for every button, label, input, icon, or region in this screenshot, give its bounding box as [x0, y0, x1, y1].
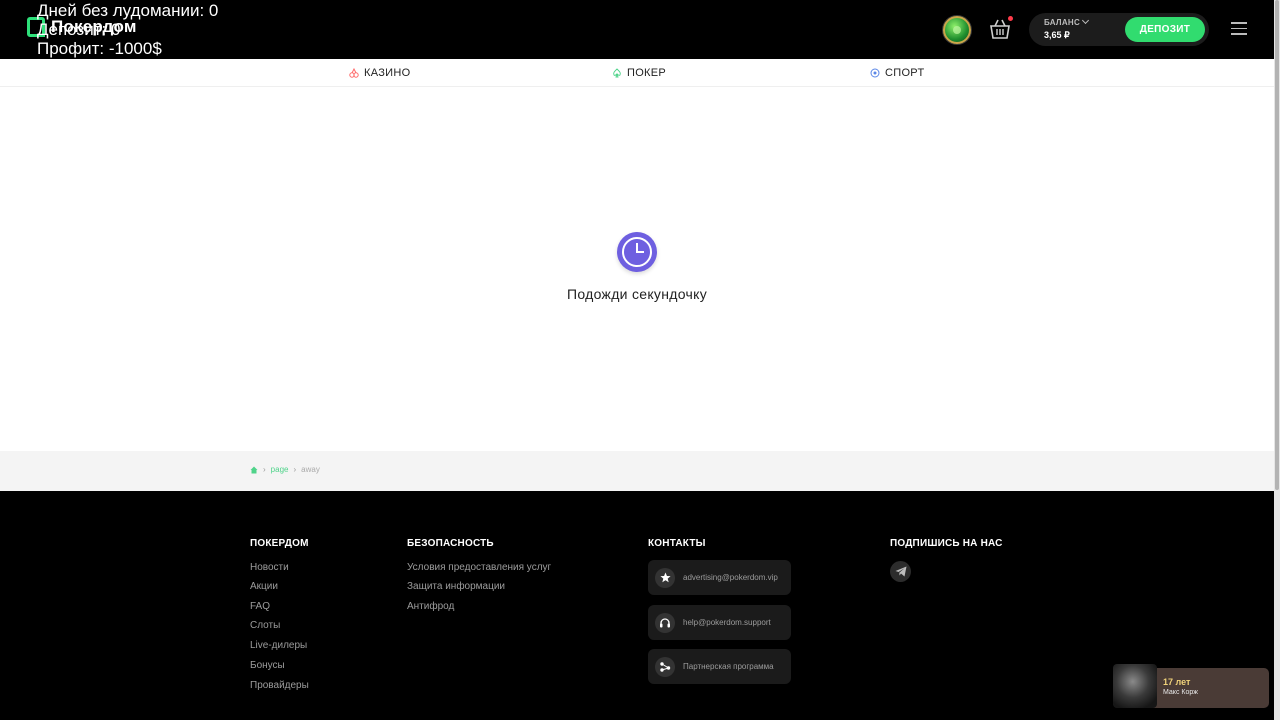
album-cover — [1113, 664, 1157, 708]
footer-link-promos[interactable]: Акции — [250, 581, 278, 592]
track-title: 17 лет — [1163, 677, 1191, 687]
breadcrumb-page[interactable]: page — [271, 465, 289, 474]
notification-dot — [1008, 16, 1013, 21]
loading-message: Подожди секундочку — [566, 286, 707, 302]
balance-value: 3,65 ₽ — [1044, 30, 1070, 40]
footer-social-title: ПОДПИШИСЬ НА НАС — [890, 538, 1003, 549]
footer-link-live[interactable]: Live-дилеры — [250, 640, 307, 651]
breadcrumb: › page › away — [250, 465, 320, 474]
tab-sport[interactable]: СПОРТ — [870, 67, 924, 79]
footer-link-terms[interactable]: Условия предоставления услуг — [407, 562, 551, 573]
footer-link-privacy[interactable]: Защита информации — [407, 581, 505, 592]
footer — [0, 491, 1274, 720]
contact-partners-label: Партнерская программа — [683, 662, 774, 671]
footer-pokerdom-title: ПОКЕРДОМ — [250, 538, 309, 549]
footer-link-antifraud[interactable]: Антифрод — [407, 601, 454, 612]
section-nav: КАЗИНО ПОКЕР СПОРТ — [0, 59, 1274, 87]
footer-link-bonuses[interactable]: Бонусы — [250, 660, 285, 671]
home-icon[interactable] — [250, 466, 258, 474]
headset-icon — [655, 612, 675, 633]
cherries-icon — [349, 68, 359, 78]
top-header: Покердом Дней без лудомании: 0 Депозит: … — [0, 0, 1274, 59]
clock-icon — [617, 232, 657, 272]
tab-casino[interactable]: КАЗИНО — [349, 67, 410, 79]
spade-icon — [613, 68, 621, 78]
contact-support[interactable]: help@pokerdom.support — [648, 605, 791, 640]
footer-security-title: БЕЗОПАСНОСТЬ — [407, 538, 494, 549]
overlay-days: Дней без лудомании: 0 — [37, 1, 219, 20]
menu-icon[interactable] — [1231, 22, 1247, 35]
overlay-profit: Профит: -1000$ — [37, 39, 162, 58]
track-artist: Макс Корж — [1163, 689, 1198, 696]
music-widget[interactable]: 17 лет Макс Корж — [1113, 664, 1269, 708]
balance-panel[interactable]: БАЛАНС 3,65 ₽ ДЕПОЗИТ — [1029, 13, 1209, 46]
tab-poker[interactable]: ПОКЕР — [612, 67, 666, 79]
contact-partners[interactable]: Партнерская программа — [648, 649, 791, 684]
star-icon — [655, 567, 675, 588]
vip-level-icon[interactable] — [943, 16, 971, 44]
contact-advertising-label: advertising@pokerdom.vip — [683, 573, 778, 582]
basket-icon[interactable] — [988, 18, 1012, 40]
overlay-deposit: Депозит: 0 — [37, 20, 121, 39]
tab-poker-label: ПОКЕР — [627, 67, 667, 79]
contact-advertising[interactable]: advertising@pokerdom.vip — [648, 560, 791, 595]
balance-dropdown[interactable]: БАЛАНС — [1044, 16, 1090, 27]
footer-link-slots[interactable]: Слоты — [250, 620, 280, 631]
footer-link-news[interactable]: Новости — [250, 562, 289, 573]
breadcrumb-current: away — [301, 465, 320, 474]
tab-casino-label: КАЗИНО — [364, 67, 411, 79]
breadcrumb-bar: › page › away — [0, 451, 1274, 491]
footer-link-faq[interactable]: FAQ — [250, 601, 270, 612]
balance-label: БАЛАНС — [1044, 18, 1081, 27]
chevron-right-icon: › — [263, 465, 266, 474]
share-icon — [655, 656, 675, 677]
scrollbar-thumb[interactable] — [1275, 0, 1279, 490]
stats-overlay: Дней без лудомании: 0 Депозит: 0 Профит:… — [37, 1, 218, 58]
ball-icon — [870, 68, 880, 78]
deposit-button[interactable]: ДЕПОЗИТ — [1125, 17, 1205, 42]
chevron-down-icon — [1082, 16, 1090, 25]
telegram-icon[interactable] — [890, 561, 911, 582]
chevron-right-icon: › — [293, 465, 297, 474]
footer-contacts-title: КОНТАКТЫ — [648, 538, 706, 549]
footer-link-providers[interactable]: Провайдеры — [250, 680, 309, 691]
tab-sport-label: СПОРТ — [885, 67, 925, 79]
contact-support-label: help@pokerdom.support — [683, 618, 771, 627]
